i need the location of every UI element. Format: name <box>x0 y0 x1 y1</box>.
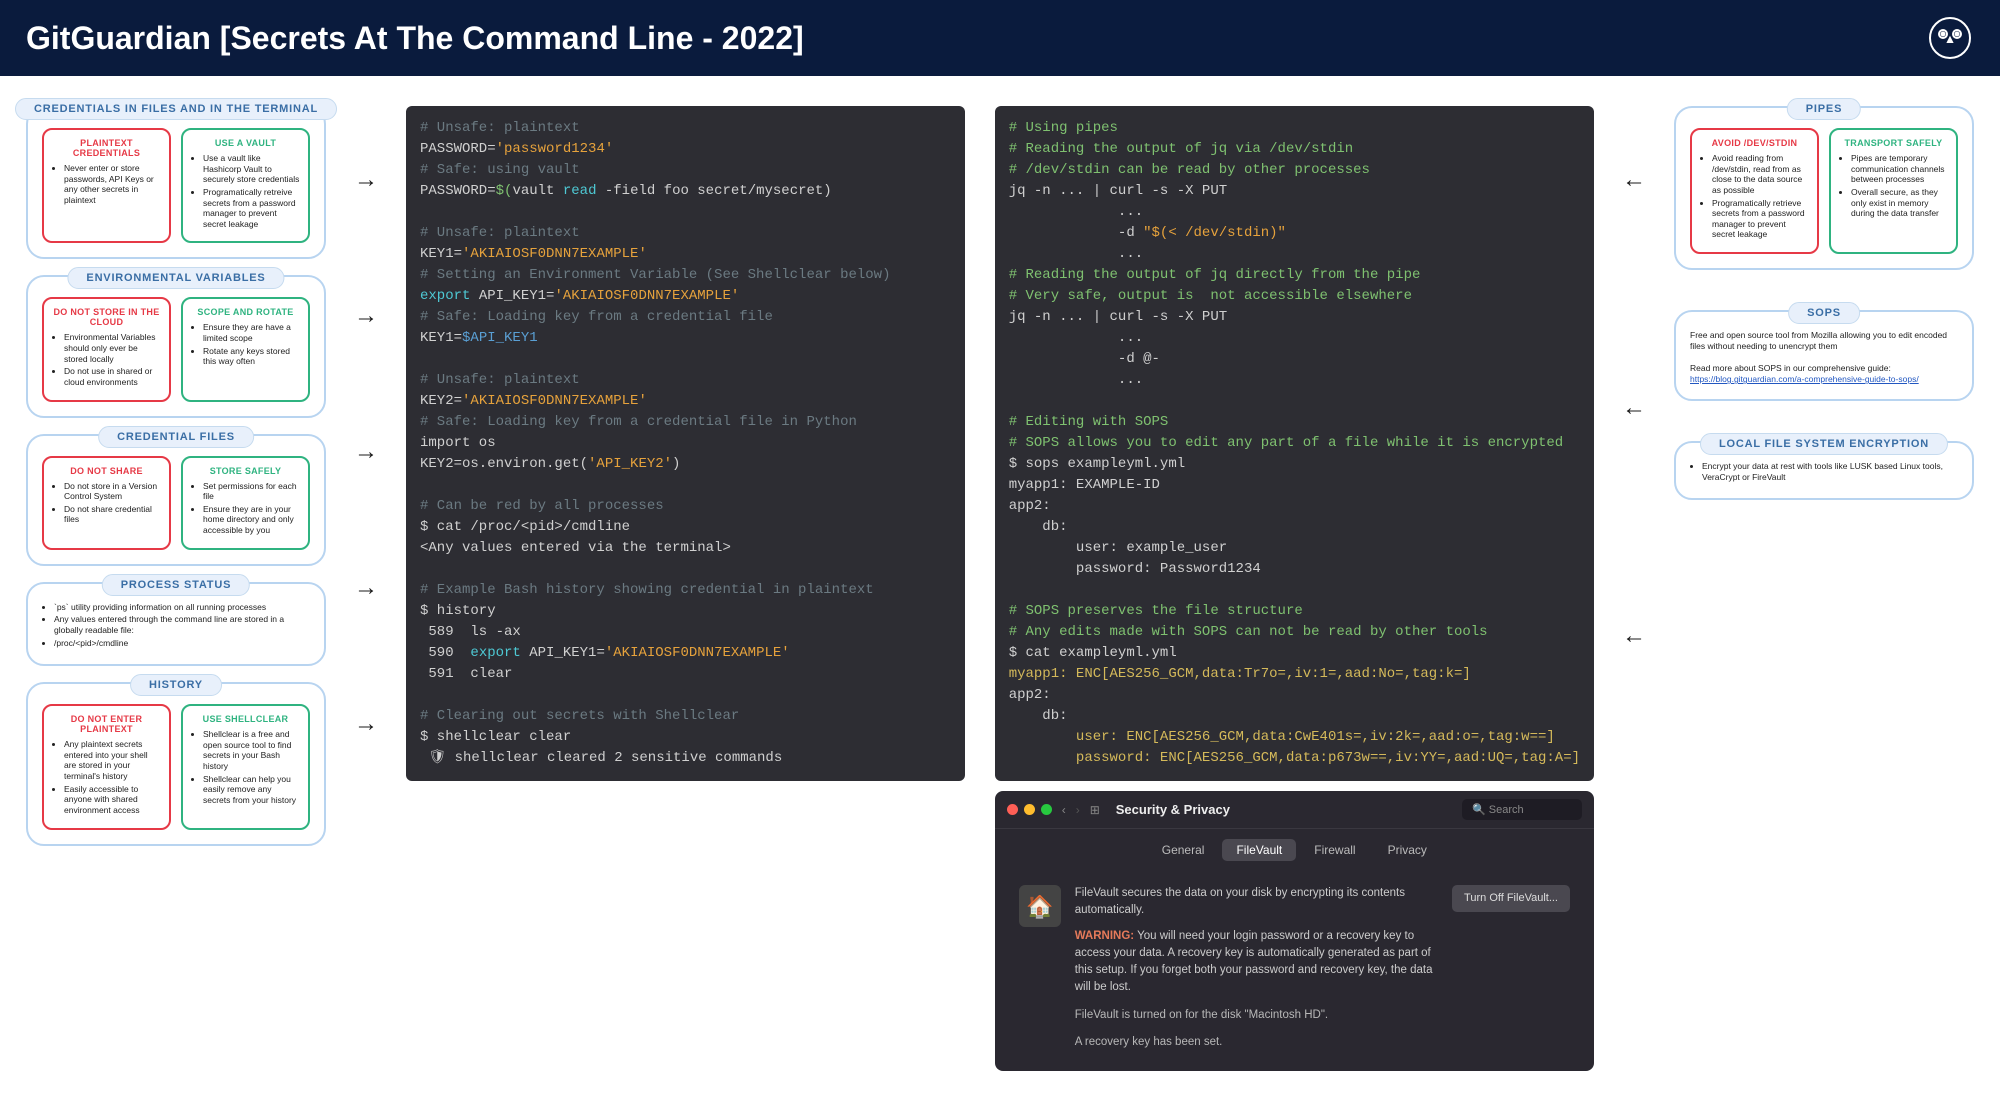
terminal-right: # Using pipes # Reading the output of jq… <box>995 106 1594 781</box>
search-input[interactable]: 🔍 Search <box>1462 799 1582 820</box>
info-card: CREDENTIALS IN FILES AND IN THE TERMINAL… <box>26 106 326 259</box>
zoom-icon[interactable] <box>1041 804 1052 815</box>
card-label: CREDENTIAL FILES <box>98 426 254 448</box>
box-point: Never enter or store passwords, API Keys… <box>64 163 161 206</box>
box-point: Use a vault like Hashicorp Vault to secu… <box>203 153 300 185</box>
box-title: TRANSPORT SAFELY <box>1839 138 1948 148</box>
info-card: CREDENTIAL FILESDO NOT SHAREDo not store… <box>26 434 326 566</box>
nav-back-icon[interactable]: ‹ <box>1062 803 1066 817</box>
box-point: Overall secure, as they only exist in me… <box>1851 187 1948 219</box>
arrows-left: → → → → → <box>346 106 386 738</box>
box-title: DO NOT ENTER PLAINTEXT <box>52 714 161 734</box>
box-title: USE A VAULT <box>191 138 300 148</box>
right-cards-column: PIPESAVOID /DEV/STDINAvoid reading from … <box>1674 106 1974 500</box>
box-title: DO NOT SHARE <box>52 466 161 476</box>
red-box: AVOID /DEV/STDIN Avoid reading from /dev/… <box>1690 128 1819 254</box>
owl-logo-icon <box>1926 14 1974 62</box>
box-point: Programatically retreive secrets from a … <box>203 187 300 230</box>
card-body: Encrypt your data at rest with tools lik… <box>1690 455 1958 482</box>
box-point: Do not store in a Version Control System <box>64 481 161 502</box>
box-point: Easily accessible to anyone with shared … <box>64 784 161 816</box>
green-box: USE A VAULT Use a vault like Hashicorp Va… <box>181 128 310 243</box>
terminal-left: # Unsafe: plaintext PASSWORD='password12… <box>406 106 965 781</box>
minimize-icon[interactable] <box>1024 804 1035 815</box>
arrow-right-icon: → <box>354 302 378 330</box>
arrow-right-icon: → <box>354 438 378 466</box>
brand-name: GitGuardian <box>26 20 211 56</box>
card-label: HISTORY <box>130 674 222 696</box>
box-point: Set permissions for each file <box>203 481 300 502</box>
box-point: Shellclear is a free and open source too… <box>203 729 300 772</box>
page-title: GitGuardian [Secrets At The Command Line… <box>26 20 804 57</box>
box-point: Ensure they are have a limited scope <box>203 322 300 343</box>
box-point: Any plaintext secrets entered into your … <box>64 739 161 782</box>
box-title: STORE SAFELY <box>191 466 300 476</box>
card-label: LOCAL FILE SYSTEM ENCRYPTION <box>1700 433 1948 455</box>
box-point: Do not use in shared or cloud environmen… <box>64 366 161 387</box>
box-point: Programatically retrieve secrets from a … <box>1712 198 1809 241</box>
nav-fwd-icon[interactable]: › <box>1076 803 1080 817</box>
box-title: AVOID /DEV/STDIN <box>1700 138 1809 148</box>
card-label: PIPES <box>1787 98 1861 120</box>
box-point: Pipes are temporary communication channe… <box>1851 153 1948 185</box>
tab-privacy[interactable]: Privacy <box>1374 839 1441 861</box>
filevault-disk-icon: 🏠 <box>1019 885 1061 927</box>
box-point: Rotate any keys stored this way often <box>203 346 300 367</box>
box-title: SCOPE AND ROTATE <box>191 307 300 317</box>
red-box: DO NOT ENTER PLAINTEXT Any plaintext secr… <box>42 704 171 829</box>
info-card: ENVIRONMENTAL VARIABLESDO NOT STORE IN T… <box>26 275 326 417</box>
arrow-left-icon: ← <box>1622 394 1646 422</box>
filevault-status-2: A recovery key has been set. <box>1075 1034 1570 1051</box>
arrow-right-icon: → <box>354 710 378 738</box>
card-label: CREDENTIALS IN FILES AND IN THE TERMINAL <box>15 98 337 120</box>
filevault-titlebar: ‹ › ⊞ Security & Privacy 🔍 Search <box>995 791 1594 829</box>
arrow-right-icon: → <box>354 166 378 194</box>
box-point: Environmental Variables should only ever… <box>64 332 161 364</box>
left-cards-column: CREDENTIALS IN FILES AND IN THE TERMINAL… <box>26 106 326 846</box>
box-title: PLAINTEXT CREDENTIALS <box>52 138 161 158</box>
turn-off-filevault-button[interactable]: Turn Off FileVault... <box>1452 885 1570 912</box>
filevault-desc: FileVault secures the data on your disk … <box>1075 885 1438 920</box>
grid-icon[interactable]: ⊞ <box>1090 803 1100 817</box>
card-body: Free and open source tool from Mozilla a… <box>1690 324 1958 385</box>
green-box: SCOPE AND ROTATE Ensure they are have a l… <box>181 297 310 401</box>
box-point: Avoid reading from /dev/stdin, read from… <box>1712 153 1809 196</box>
info-card: PROCESS STATUS`ps` utility providing inf… <box>26 582 326 667</box>
title-suffix: [Secrets At The Command Line - 2022] <box>220 20 804 56</box>
box-title: USE SHELLCLEAR <box>191 714 300 724</box>
info-card: HISTORYDO NOT ENTER PLAINTEXTAny plainte… <box>26 682 326 845</box>
red-box: PLAINTEXT CREDENTIALS Never enter or stor… <box>42 128 171 243</box>
tab-filevault[interactable]: FileVault <box>1222 839 1296 861</box>
arrow-left-icon: ← <box>1622 622 1646 650</box>
header: GitGuardian [Secrets At The Command Line… <box>0 0 2000 76</box>
box-point: Shellclear can help you easily remove an… <box>203 774 300 806</box>
filevault-status-1: FileVault is turned on for the disk "Mac… <box>1075 1007 1570 1024</box>
tab-general[interactable]: General <box>1148 839 1219 861</box>
box-title: DO NOT STORE IN THE CLOUD <box>52 307 161 327</box>
info-card: LOCAL FILE SYSTEM ENCRYPTIONEncrypt your… <box>1674 441 1974 500</box>
tab-firewall[interactable]: Firewall <box>1300 839 1369 861</box>
terminals: # Unsafe: plaintext PASSWORD='password12… <box>406 106 1594 1071</box>
card-label: PROCESS STATUS <box>102 574 250 596</box>
close-icon[interactable] <box>1007 804 1018 815</box>
card-body: `ps` utility providing information on al… <box>42 596 310 649</box>
green-box: STORE SAFELY Set permissions for each fil… <box>181 456 310 550</box>
warning-label: WARNING: <box>1075 930 1134 942</box>
arrow-right-icon: → <box>354 574 378 602</box>
box-point: Do not share credential files <box>64 504 161 525</box>
card-label: SOPS <box>1788 302 1860 324</box>
red-box: DO NOT STORE IN THE CLOUD Environmental V… <box>42 297 171 401</box>
arrows-right: ← ← ← <box>1614 106 1654 650</box>
box-point: Ensure they are in your home directory a… <box>203 504 300 536</box>
card-label: ENVIRONMENTAL VARIABLES <box>67 267 284 289</box>
red-box: DO NOT SHARE Do not store in a Version Co… <box>42 456 171 550</box>
filevault-window: ‹ › ⊞ Security & Privacy 🔍 Search Genera… <box>995 791 1594 1071</box>
info-card: SOPSFree and open source tool from Mozil… <box>1674 310 1974 401</box>
arrow-left-icon: ← <box>1622 166 1646 194</box>
green-box: TRANSPORT SAFELY Pipes are temporary comm… <box>1829 128 1958 254</box>
info-card: PIPESAVOID /DEV/STDINAvoid reading from … <box>1674 106 1974 270</box>
green-box: USE SHELLCLEAR Shellclear is a free and o… <box>181 704 310 829</box>
filevault-title: Security & Privacy <box>1116 802 1230 817</box>
